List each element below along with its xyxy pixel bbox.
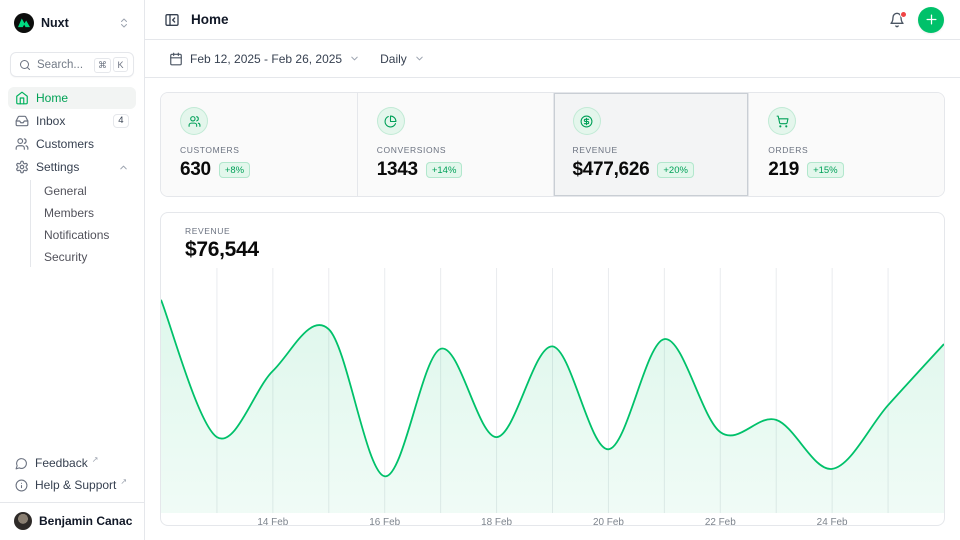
revenue-area-chart[interactable]: 14 Feb 16 Feb 18 Feb 20 Feb 22 Feb 24 Feb — [161, 268, 944, 525]
chevron-up-icon — [118, 162, 129, 173]
inbox-count-badge: 4 — [113, 114, 129, 128]
stat-card-revenue[interactable]: REVENUE $477,626 +20% — [553, 93, 749, 196]
plus-icon — [924, 12, 939, 27]
stat-card-conversions[interactable]: CONVERSIONS 1343 +14% — [357, 93, 553, 196]
workspace-switcher[interactable]: Nuxt — [8, 8, 136, 38]
external-link-icon: ↗ — [120, 477, 127, 486]
sidebar-item-members[interactable]: Members — [31, 202, 136, 223]
filter-toolbar: Feb 12, 2025 - Feb 26, 2025 Daily — [145, 40, 960, 78]
stat-delta-badge: +14% — [426, 162, 463, 178]
stat-value: 1343 — [377, 159, 418, 181]
help-support-link[interactable]: Help & Support ↗ — [8, 474, 136, 496]
workspace-name: Nuxt — [41, 16, 111, 30]
home-icon — [15, 91, 29, 105]
gear-icon — [15, 160, 29, 174]
stat-label: CUSTOMERS — [180, 145, 338, 155]
period-value: Daily — [380, 52, 407, 66]
area-chart-svg: 14 Feb 16 Feb 18 Feb 20 Feb 22 Feb 24 Feb — [161, 268, 944, 526]
search-placeholder: Search... — [37, 59, 88, 71]
feedback-link[interactable]: Feedback ↗ — [8, 452, 136, 474]
dashboard-content: CUSTOMERS 630 +8% CONVERSIONS 1343 +14% — [145, 78, 960, 540]
date-range-value: Feb 12, 2025 - Feb 26, 2025 — [190, 52, 342, 66]
sidebar-item-notifications[interactable]: Notifications — [31, 224, 136, 245]
stat-value: 219 — [768, 159, 799, 181]
period-select[interactable]: Daily — [372, 47, 433, 71]
help-support-label: Help & Support — [35, 478, 116, 492]
nuxt-logo-icon — [14, 13, 34, 33]
svg-text:16 Feb: 16 Feb — [369, 517, 400, 526]
sidebar-item-label: Home — [36, 91, 129, 105]
sidebar-item-settings[interactable]: Settings — [8, 156, 136, 178]
chevron-down-icon — [349, 53, 360, 64]
dollar-circle-icon — [580, 115, 593, 128]
page-title: Home — [191, 12, 229, 27]
sidebar: Nuxt Search... ⌘K Home Inbox 4 — [0, 0, 145, 540]
sidebar-footer: Feedback ↗ Help & Support ↗ — [0, 446, 144, 496]
sidebar-item-label: Inbox — [36, 114, 106, 128]
sidebar-item-label: Customers — [36, 137, 129, 151]
stat-value: 630 — [180, 159, 211, 181]
notifications-button[interactable] — [886, 9, 908, 31]
message-bubble-icon — [15, 457, 28, 470]
svg-text:22 Feb: 22 Feb — [705, 517, 736, 526]
users-icon — [15, 137, 29, 151]
kbd-cmd: ⌘ — [94, 58, 111, 73]
sidebar-nav: Home Inbox 4 Customers Settings Ge — [8, 87, 136, 267]
search-icon — [19, 59, 31, 71]
collapse-sidebar-button[interactable] — [161, 9, 183, 31]
sidebar-user-section: Benjamin Canac — [0, 502, 144, 540]
sidebar-item-home[interactable]: Home — [8, 87, 136, 109]
user-menu[interactable]: Benjamin Canac — [8, 510, 136, 532]
chart-label: REVENUE — [185, 226, 920, 236]
search-input[interactable]: Search... ⌘K — [10, 52, 134, 77]
user-name: Benjamin Canac — [39, 514, 132, 528]
external-link-icon: ↗ — [92, 455, 99, 464]
date-range-picker[interactable]: Feb 12, 2025 - Feb 26, 2025 — [161, 47, 368, 71]
panel-left-close-icon — [164, 12, 180, 28]
sidebar-item-security[interactable]: Security — [31, 246, 136, 267]
feedback-label: Feedback — [35, 456, 88, 470]
notification-dot — [900, 11, 907, 18]
svg-text:20 Feb: 20 Feb — [593, 517, 624, 526]
calendar-icon — [169, 52, 183, 66]
revenue-chart-card: REVENUE $76,544 14 Feb 16 Feb 18 Feb 20 Feb… — [160, 212, 945, 526]
svg-text:24 Feb: 24 Feb — [817, 517, 848, 526]
chevrons-up-down-icon — [118, 17, 130, 29]
users-icon — [188, 115, 201, 128]
stat-label: ORDERS — [768, 145, 925, 155]
chart-total-value: $76,544 — [185, 238, 920, 262]
pie-chart-icon — [384, 115, 397, 128]
app-window: Nuxt Search... ⌘K Home Inbox 4 — [0, 0, 960, 540]
avatar — [14, 512, 32, 530]
svg-text:18 Feb: 18 Feb — [481, 517, 512, 526]
add-button[interactable] — [918, 7, 944, 33]
settings-submenu: General Members Notifications Security — [30, 180, 136, 267]
inbox-icon — [15, 114, 29, 128]
stat-delta-badge: +8% — [219, 162, 250, 178]
stat-delta-badge: +15% — [807, 162, 844, 178]
svg-text:14 Feb: 14 Feb — [257, 517, 288, 526]
kbd-k: K — [113, 57, 128, 72]
sidebar-item-customers[interactable]: Customers — [8, 133, 136, 155]
stat-delta-badge: +20% — [657, 162, 694, 178]
stats-row: CUSTOMERS 630 +8% CONVERSIONS 1343 +14% — [160, 92, 945, 197]
top-header: Home — [145, 0, 960, 40]
info-circle-icon — [15, 479, 28, 492]
chart-header: REVENUE $76,544 — [161, 213, 944, 268]
sidebar-item-inbox[interactable]: Inbox 4 — [8, 110, 136, 132]
stat-value: $477,626 — [573, 159, 650, 181]
sidebar-item-general[interactable]: General — [31, 180, 136, 201]
cart-icon — [776, 115, 789, 128]
stat-label: REVENUE — [573, 145, 730, 155]
search-shortcut: ⌘K — [94, 57, 128, 73]
stat-label: CONVERSIONS — [377, 145, 534, 155]
chevron-down-icon — [414, 53, 425, 64]
sidebar-item-label: Settings — [36, 160, 111, 174]
stat-card-orders[interactable]: ORDERS 219 +15% — [748, 93, 944, 196]
main-panel: Home Feb 12, 2025 - Feb 26, 2025 Daily — [145, 0, 960, 540]
stat-card-customers[interactable]: CUSTOMERS 630 +8% — [161, 93, 357, 196]
